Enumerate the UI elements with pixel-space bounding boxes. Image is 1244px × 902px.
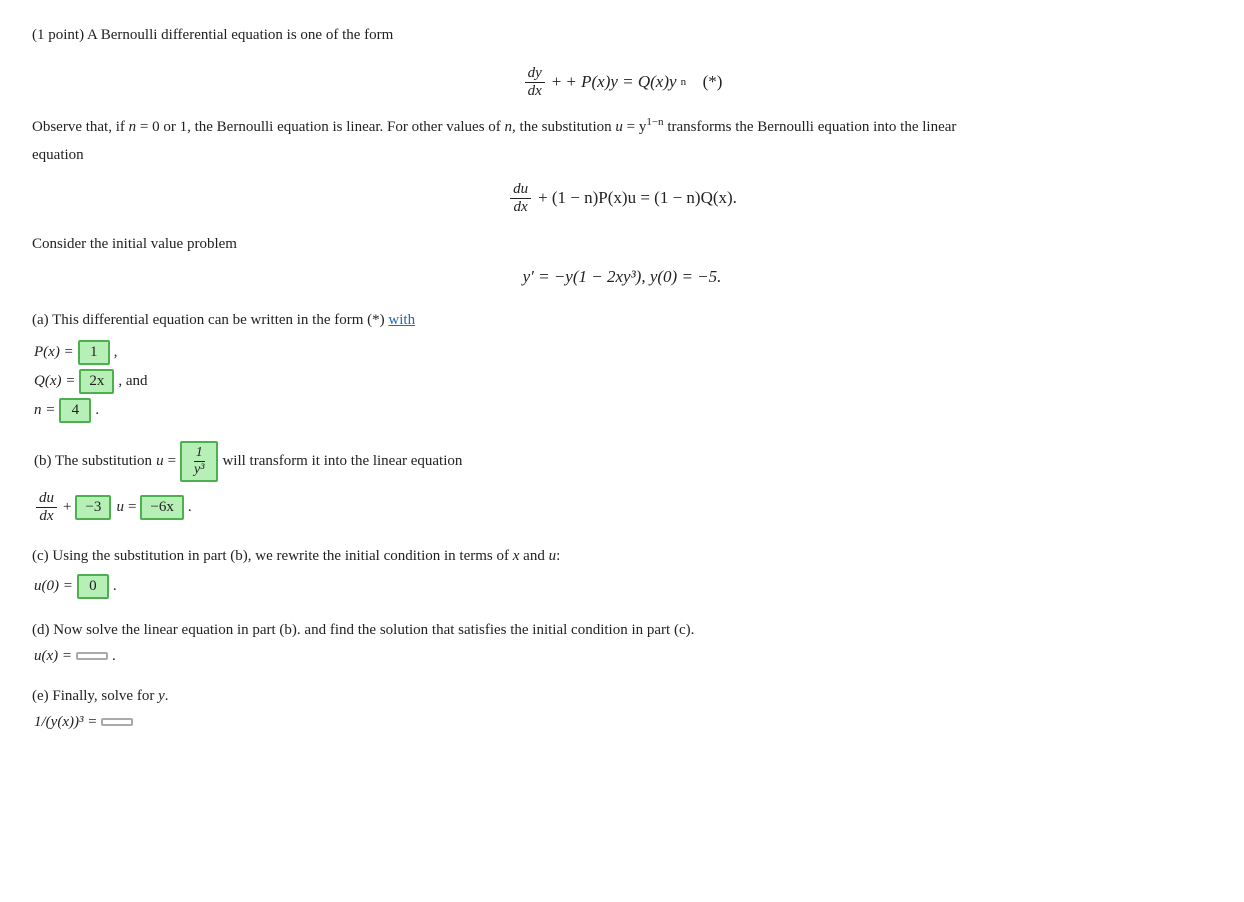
partc-and: and <box>519 548 548 564</box>
partb-label-row: (b) The substitution u = 1 y³ will trans… <box>32 441 1212 482</box>
parta-n-row: n = 4 . <box>32 398 1212 423</box>
parta-section: (a) This differential equation can be wr… <box>32 307 1212 423</box>
intro-label: (1 point) A Bernoulli differential equat… <box>32 27 393 43</box>
partc-section: (c) Using the substitution in part (b), … <box>32 543 1212 599</box>
du-num: du <box>510 181 531 199</box>
partb-dx: dx <box>36 508 56 525</box>
formula3-math: y′ = −y(1 − 2xy³), y(0) = −5. <box>523 267 722 287</box>
partd-label2: and find the solution that satisfies the… <box>304 622 694 638</box>
parta-qx-box[interactable]: 2x <box>79 369 114 394</box>
parte-period: . <box>165 688 169 704</box>
partb-frac-num: 1 <box>194 445 205 462</box>
obs-u: u <box>615 119 623 135</box>
parte-expr-label: 1/(y(x))³ = <box>34 714 97 731</box>
partb-du: du <box>36 490 57 508</box>
parta-label: (a) This differential equation can be wr… <box>32 307 1212 334</box>
partc-u0-row: u(0) = 0 . <box>32 574 1212 599</box>
partb-rest: will transform it into the linear equati… <box>222 453 462 470</box>
partb-section: (b) The substitution u = 1 y³ will trans… <box>32 441 1212 525</box>
parte-text: (e) Finally, solve for <box>32 688 158 704</box>
parta-qx-label: Q(x) = <box>34 373 75 390</box>
parta-period: . <box>95 402 99 419</box>
partb-frac-box[interactable]: 1 y³ <box>180 441 218 482</box>
observe-text: Observe that, if n = 0 or 1, the Bernoul… <box>32 114 1212 139</box>
parta-with: with <box>388 312 415 328</box>
consider-text: Consider the initial value problem <box>32 236 1212 253</box>
dudx-fraction: du dx <box>510 181 531 216</box>
parta-qx-row: Q(x) = 2x , and <box>32 369 1212 394</box>
formula2-rest: + (1 − n)P(x)u = (1 − n)Q(x). <box>538 188 737 208</box>
consider-label: Consider the initial value problem <box>32 236 237 252</box>
partc-u: u <box>549 548 557 564</box>
partd-section: (d) Now solve the linear equation in par… <box>32 617 1212 665</box>
obs-t2: = 0 or 1, the Bernoulli equation is line… <box>136 119 504 135</box>
dy-num: dy <box>525 65 545 83</box>
parta-text: (a) This differential equation can be wr… <box>32 312 388 328</box>
partc-u0-box[interactable]: 0 <box>77 574 109 599</box>
partb-eq-row: du dx + −3 u = −6x . <box>32 490 1212 525</box>
parta-px-box[interactable]: 1 <box>78 340 110 365</box>
parte-expr-row: 1/(y(x))³ = <box>32 714 1212 731</box>
formula3-text: y′ = −y(1 − 2xy³), y(0) = −5. <box>523 267 722 287</box>
partb-eq: = <box>168 453 176 470</box>
parta-n-label: n = <box>34 402 55 419</box>
obs-t1: Observe that, if <box>32 119 129 135</box>
parta-comma1: , <box>114 344 118 361</box>
formula1-star: (*) <box>703 72 723 92</box>
obs-n2: n <box>505 119 513 135</box>
partc-period: . <box>113 578 117 595</box>
parta-px-label: P(x) = <box>34 344 74 361</box>
formula1-plus: + <box>552 72 562 92</box>
partd-period: . <box>112 648 116 665</box>
obs-t4: = y <box>623 119 646 135</box>
partc-text: (c) Using the substitution in part (b), … <box>32 548 513 564</box>
observe-section: Observe that, if n = 0 or 1, the Bernoul… <box>32 114 1212 167</box>
observe-eq-label: equation <box>32 143 1212 167</box>
partc-label: (c) Using the substitution in part (b), … <box>32 543 1212 570</box>
intro-text: (1 point) A Bernoulli differential equat… <box>32 24 1212 47</box>
consider-section: Consider the initial value problem <box>32 236 1212 253</box>
formula1-rest: + P(x)y = Q(x)y <box>565 72 676 92</box>
obs-t3: , the substitution <box>512 119 615 135</box>
parte-label: (e) Finally, solve for y. <box>32 683 1212 710</box>
partb-plus: + <box>63 499 71 516</box>
dydx-fraction: dy dx <box>525 65 545 100</box>
partb-coeff1-box[interactable]: −3 <box>75 495 111 520</box>
partd-label: (d) Now solve the linear equation in par… <box>32 617 1212 644</box>
parta-px-row: P(x) = 1 , <box>32 340 1212 365</box>
formula1-block: dy dx + + P(x)y = Q(x)y n (*) <box>32 65 1212 100</box>
partb-eq2: = <box>128 499 136 516</box>
parta-and: , and <box>118 373 147 390</box>
formula1-exp: n <box>681 76 687 88</box>
partb-u-sym: u <box>116 499 124 516</box>
partd-ux-row: u(x) = . <box>32 648 1212 665</box>
partd-ux-box[interactable] <box>76 652 108 660</box>
parta-n-box[interactable]: 4 <box>59 398 91 423</box>
parte-section: (e) Finally, solve for y. 1/(y(x))³ = <box>32 683 1212 731</box>
dx-den: dx <box>525 83 545 100</box>
partc-colon: : <box>556 548 560 564</box>
partc-u0-label: u(0) = <box>34 578 73 595</box>
parte-val-box[interactable] <box>101 718 133 726</box>
formula2-block: du dx + (1 − n)P(x)u = (1 − n)Q(x). <box>32 181 1212 216</box>
parte-y: y <box>158 688 165 704</box>
dx-den2: dx <box>510 199 530 216</box>
formula1-math: dy dx + + P(x)y = Q(x)y n (*) <box>522 65 723 100</box>
partb-frac-den: y³ <box>192 462 206 478</box>
intro-paragraph: (1 point) A Bernoulli differential equat… <box>32 24 1212 100</box>
partb-coeff2-box[interactable]: −6x <box>140 495 183 520</box>
obs-t5: transforms the Bernoulli equation into t… <box>664 119 957 135</box>
formula3-block: y′ = −y(1 − 2xy³), y(0) = −5. <box>32 267 1212 287</box>
partb-dudx: du dx <box>34 490 59 525</box>
partb-u: u <box>156 453 164 470</box>
partb-period: . <box>188 499 192 516</box>
partd-ux-label: u(x) = <box>34 648 72 665</box>
partb-label-text: (b) The substitution <box>34 453 152 470</box>
partd-label1: (d) Now solve the linear equation in par… <box>32 622 301 638</box>
obs-exp: 1−n <box>646 116 663 128</box>
formula2-math: du dx + (1 − n)P(x)u = (1 − n)Q(x). <box>507 181 737 216</box>
